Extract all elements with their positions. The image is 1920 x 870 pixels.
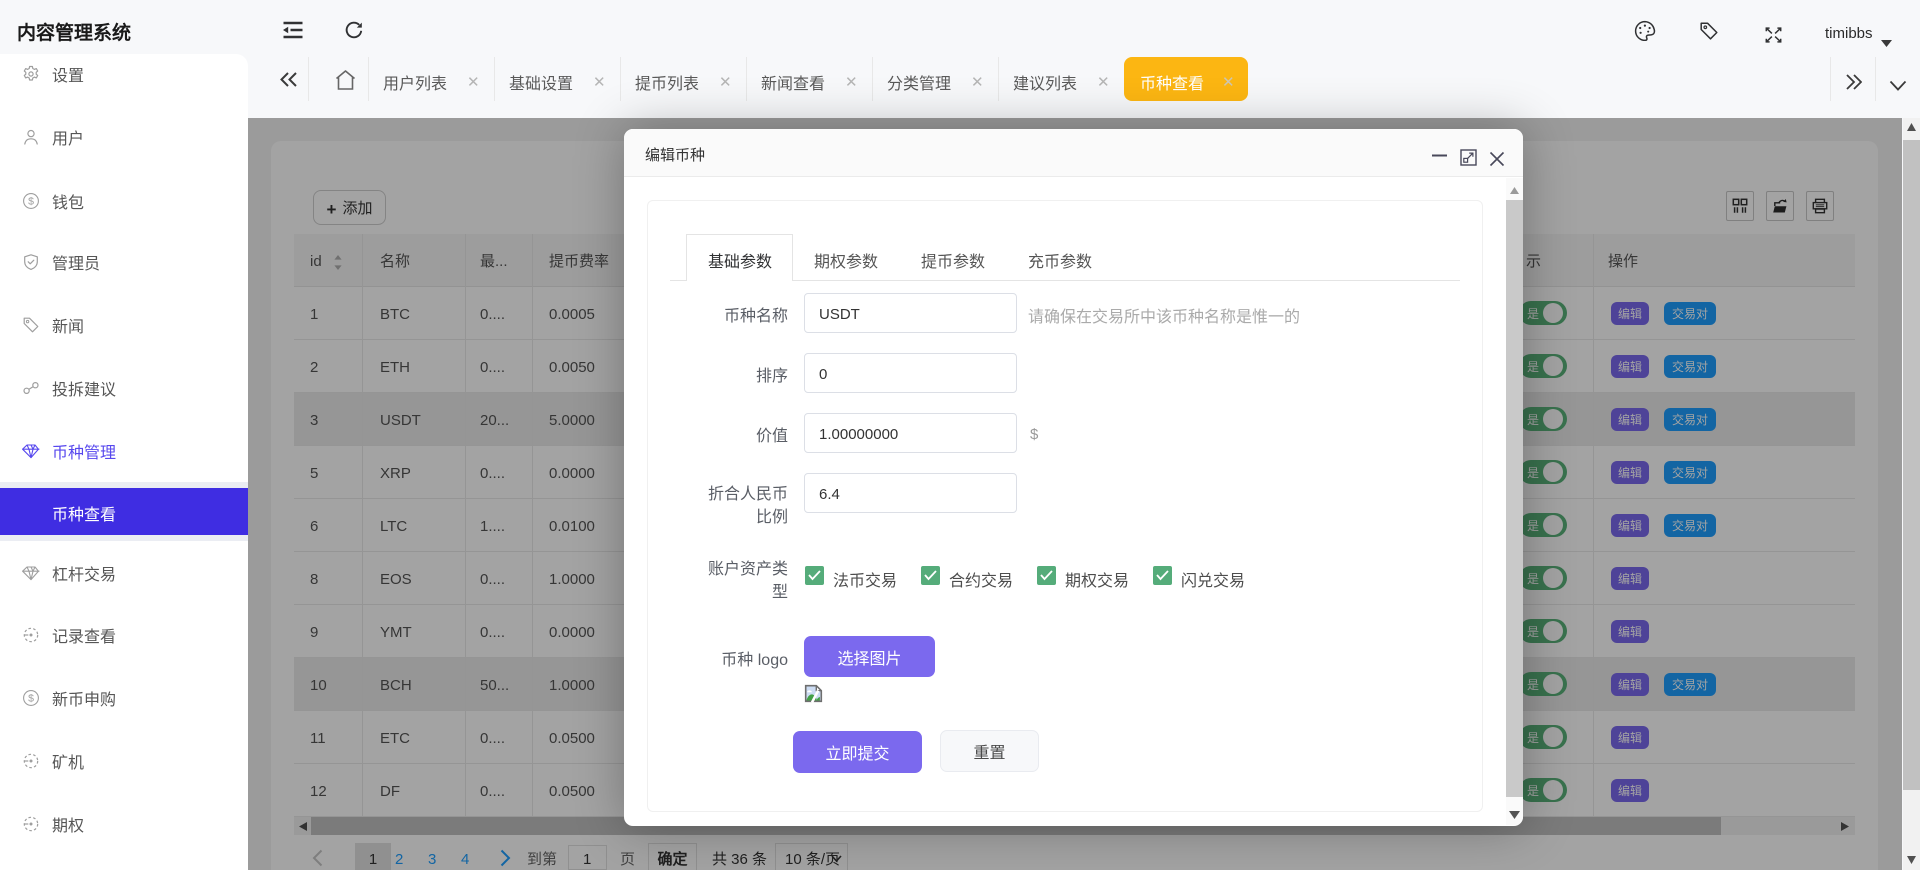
svg-text:$: $: [28, 196, 34, 208]
svg-text:$: $: [28, 693, 34, 705]
